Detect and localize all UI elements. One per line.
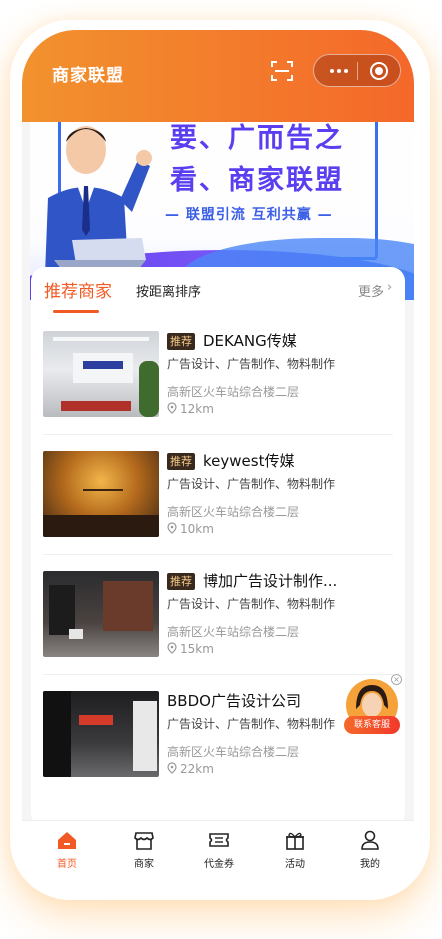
- tab-label: 我的: [360, 859, 380, 870]
- merchant-services: 广告设计、广告制作、物料制作: [167, 357, 336, 371]
- distance-value: 15km: [180, 642, 214, 656]
- list-tabs: 推荐商家 按距离排序 更多 ›: [31, 267, 405, 315]
- user-icon: [361, 830, 379, 850]
- chevron-right-icon[interactable]: ›: [387, 280, 392, 295]
- gift-icon: [286, 832, 304, 850]
- recommended-merchants-card: 推荐商家 按距离排序 更多 › 推荐 DEKANG传媒 广告设计、广告制作、物料…: [31, 267, 405, 827]
- banner-slogan: — 联盟引流 互利共赢 —: [165, 207, 333, 223]
- merchant-address: 高新区火车站综合楼二层: [167, 745, 300, 759]
- tab-merchants[interactable]: 商家: [109, 829, 179, 870]
- tab-label: 首页: [57, 859, 77, 870]
- more-link[interactable]: 更多: [358, 281, 384, 300]
- merchant-name: keywest传媒: [203, 452, 295, 470]
- merchant-address: 高新区火车站综合楼二层: [167, 625, 300, 639]
- recommend-badge: 推荐: [167, 573, 195, 590]
- distance-value: 12km: [180, 402, 214, 416]
- recommend-badge: 推荐: [167, 453, 195, 470]
- tab-activities[interactable]: 活动: [260, 829, 330, 870]
- merchant-photo: [43, 571, 159, 657]
- merchant-photo: [43, 691, 159, 777]
- app-header: 商家联盟: [22, 30, 414, 122]
- merchant-services: 广告设计、广告制作、物料制作: [167, 717, 336, 731]
- merchant-photo: [43, 451, 159, 537]
- tab-recommended[interactable]: 推荐商家: [44, 277, 112, 302]
- close-float-button[interactable]: ×: [391, 674, 402, 685]
- merchant-name: DEKANG传媒: [203, 332, 297, 350]
- tab-home[interactable]: 首页: [32, 829, 102, 870]
- merchant-item[interactable]: 推荐 keywest传媒 广告设计、广告制作、物料制作 高新区火车站综合楼二层 …: [31, 435, 405, 555]
- coupon-icon: [209, 833, 229, 847]
- home-icon: [58, 832, 76, 849]
- location-pin-icon: [167, 522, 177, 534]
- app-title: 商家联盟: [52, 66, 124, 86]
- merchant-distance: 10km: [167, 522, 214, 536]
- tab-label: 商家: [134, 859, 154, 870]
- distance-value: 22km: [180, 762, 214, 776]
- tab-coupons[interactable]: 代金券: [184, 829, 254, 870]
- distance-value: 10km: [180, 522, 214, 536]
- merchant-address: 高新区火车站综合楼二层: [167, 505, 300, 519]
- close-miniapp-icon[interactable]: [370, 62, 388, 80]
- location-pin-icon: [167, 402, 177, 414]
- tab-sort-by-distance[interactable]: 按距离排序: [136, 281, 201, 300]
- merchant-address: 高新区火车站综合楼二层: [167, 385, 300, 399]
- phone-screen: 要、广而告之 看、商家联盟 — 联盟引流 互利共赢 — 商家联盟 推荐商家 按距…: [22, 30, 414, 890]
- tab-label: 代金券: [204, 859, 234, 870]
- recommend-badge: 推荐: [167, 333, 195, 350]
- merchant-name: BBDO广告设计公司: [167, 692, 301, 710]
- tab-active-underline: [53, 310, 99, 313]
- merchant-distance: 15km: [167, 642, 214, 656]
- store-icon: [134, 832, 154, 850]
- merchant-distance: 12km: [167, 402, 214, 416]
- merchant-distance: 22km: [167, 762, 214, 776]
- miniapp-capsule: [313, 54, 401, 87]
- merchant-item[interactable]: 推荐 博加广告设计制作... 广告设计、广告制作、物料制作 高新区火车站综合楼二…: [31, 555, 405, 675]
- merchant-services: 广告设计、广告制作、物料制作: [167, 597, 336, 611]
- tab-label: 活动: [285, 859, 305, 870]
- merchant-services: 广告设计、广告制作、物料制作: [167, 477, 336, 491]
- merchant-item[interactable]: 推荐 DEKANG传媒 广告设计、广告制作、物料制作 高新区火车站综合楼二层 1…: [31, 315, 405, 435]
- banner-headline-2: 看、商家联盟: [170, 165, 344, 196]
- contact-service-label[interactable]: 联系客服: [344, 716, 400, 734]
- tab-profile[interactable]: 我的: [335, 829, 405, 870]
- more-dots-icon[interactable]: [326, 63, 352, 79]
- merchant-name: 博加广告设计制作...: [203, 572, 338, 590]
- capsule-divider: [357, 62, 358, 80]
- merchant-photo: [43, 331, 159, 417]
- location-pin-icon: [167, 762, 177, 774]
- location-pin-icon: [167, 642, 177, 654]
- bottom-tab-bar: 首页 商家 代金券 活动 我的: [22, 820, 414, 890]
- scan-icon[interactable]: [270, 59, 294, 83]
